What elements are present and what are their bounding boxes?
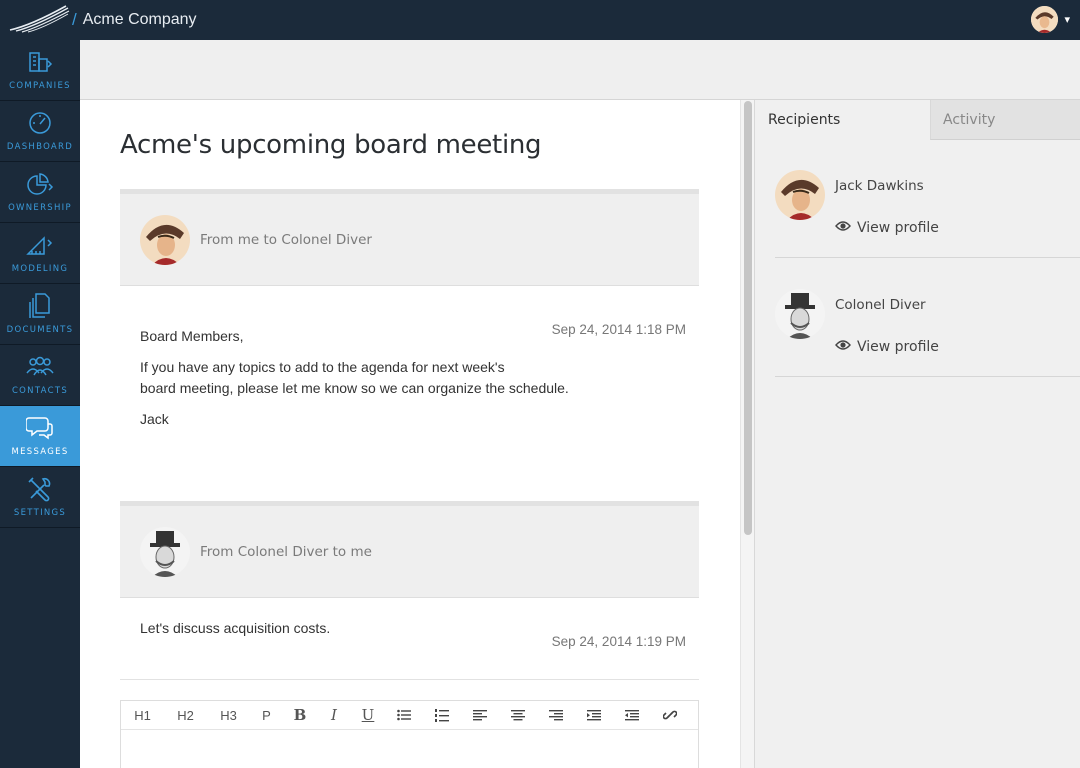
view-profile-link[interactable]: View profile — [835, 220, 939, 236]
sidebar-nav: COMPANIES DASHBOARD OWNERSHIP MODELING D… — [0, 40, 80, 768]
recipient-name: Jack Dawkins — [835, 178, 924, 194]
view-profile-link[interactable]: View profile — [835, 339, 939, 355]
message-thread: Acme's upcoming board meeting From me to… — [80, 100, 740, 768]
recipient-item: Colonel Diver View profile — [775, 259, 1080, 377]
avatar[interactable] — [775, 289, 825, 339]
message-body: Sep 24, 2014 1:18 PM Board Members, If y… — [120, 286, 699, 501]
view-profile-label: View profile — [857, 220, 939, 236]
message-timestamp: Sep 24, 2014 1:18 PM — [551, 322, 686, 337]
pie-chart-icon — [26, 171, 54, 197]
message-signoff: Jack — [140, 411, 169, 427]
underline-icon[interactable]: U — [351, 701, 385, 729]
numbered-list-icon[interactable] — [423, 701, 461, 729]
sidebar-item-dashboard[interactable]: DASHBOARD — [0, 101, 80, 162]
align-left-icon[interactable] — [461, 701, 499, 729]
editor-toolbar: H1 H2 H3 P B I U — [121, 701, 698, 730]
message-header: From me to Colonel Diver — [120, 189, 699, 286]
buildings-icon — [26, 49, 54, 75]
sidebar-item-label: DOCUMENTS — [6, 325, 74, 335]
recipient-item: Jack Dawkins View profile — [775, 140, 1080, 258]
bullet-list-icon[interactable] — [385, 701, 423, 729]
scrollbar-thumb[interactable] — [744, 101, 752, 535]
sidebar-item-documents[interactable]: DOCUMENTS — [0, 284, 80, 345]
documents-icon — [26, 293, 54, 319]
reply-editor: H1 H2 H3 P B I U — [120, 700, 699, 768]
message-body: Let's discuss acquisition costs. Sep 24,… — [120, 598, 699, 679]
sidebar-item-contacts[interactable]: CONTACTS — [0, 345, 80, 406]
bold-icon[interactable]: B — [283, 701, 317, 729]
sidebar-item-settings[interactable]: SETTINGS — [0, 467, 80, 528]
message-sender: From Colonel Diver to me — [200, 543, 372, 560]
eye-icon — [835, 220, 851, 236]
avatar — [1031, 6, 1059, 33]
recipient-name: Colonel Diver — [835, 297, 926, 313]
wrench-screwdriver-icon — [26, 476, 54, 502]
outdent-icon[interactable] — [613, 701, 651, 729]
tab-activity[interactable]: Activity — [930, 100, 1080, 140]
message-header: From Colonel Diver to me — [120, 501, 699, 598]
message-line: Let's discuss acquisition costs. — [140, 620, 331, 636]
sidebar-item-label: OWNERSHIP — [8, 203, 72, 213]
sidebar-item-label: COMPANIES — [9, 81, 71, 91]
sidebar-item-label: MODELING — [11, 264, 69, 274]
top-bar: / Acme Company ▾ — [0, 0, 1080, 40]
indent-icon[interactable] — [575, 701, 613, 729]
heading-1-button[interactable]: H1 — [121, 701, 164, 729]
sidebar-item-label: SETTINGS — [13, 508, 67, 518]
sidebar-item-label: DASHBOARD — [6, 142, 74, 152]
details-panel: Recipients Activity Jack Dawkins View pr… — [755, 100, 1080, 768]
tab-recipients[interactable]: Recipients — [755, 100, 930, 140]
people-icon — [26, 354, 54, 380]
ruler-triangle-icon — [26, 232, 54, 258]
align-center-icon[interactable] — [499, 701, 537, 729]
chat-bubbles-icon — [26, 415, 54, 441]
sidebar-item-modeling[interactable]: MODELING — [0, 223, 80, 284]
sidebar-item-label: MESSAGES — [11, 447, 69, 457]
sidebar-item-messages[interactable]: MESSAGES — [0, 406, 80, 467]
company-name[interactable]: Acme Company — [83, 11, 197, 29]
avatar — [140, 214, 190, 265]
sidebar-item-label: CONTACTS — [11, 386, 69, 396]
heading-3-button[interactable]: H3 — [207, 701, 250, 729]
message-sender: From me to Colonel Diver — [200, 231, 372, 248]
scrollbar[interactable] — [740, 100, 755, 768]
align-right-icon[interactable] — [537, 701, 575, 729]
sidebar-item-companies[interactable]: COMPANIES — [0, 40, 80, 101]
chevron-down-icon: ▾ — [1064, 14, 1070, 26]
sidebar-item-ownership[interactable]: OWNERSHIP — [0, 162, 80, 223]
link-icon[interactable] — [651, 701, 689, 729]
message-line: If you have any topics to add to the age… — [140, 359, 505, 375]
panel-tabs: Recipients Activity — [755, 100, 1080, 140]
user-menu[interactable]: ▾ — [1031, 6, 1070, 33]
message-timestamp: Sep 24, 2014 1:19 PM — [551, 634, 686, 649]
gauge-icon — [26, 110, 54, 136]
italic-icon[interactable]: I — [317, 701, 351, 729]
view-profile-label: View profile — [857, 339, 939, 355]
feather-logo-icon[interactable] — [8, 0, 76, 40]
avatar[interactable] — [775, 170, 825, 220]
page-title: Acme's upcoming board meeting — [120, 130, 542, 160]
divider — [120, 679, 699, 680]
paragraph-button[interactable]: P — [250, 701, 283, 729]
eye-icon — [835, 339, 851, 355]
toolbar-strip — [80, 40, 1080, 100]
heading-2-button[interactable]: H2 — [164, 701, 207, 729]
message-greeting: Board Members, — [140, 328, 244, 344]
avatar — [140, 526, 190, 577]
message-line: board meeting, please let me know so we … — [140, 380, 569, 396]
